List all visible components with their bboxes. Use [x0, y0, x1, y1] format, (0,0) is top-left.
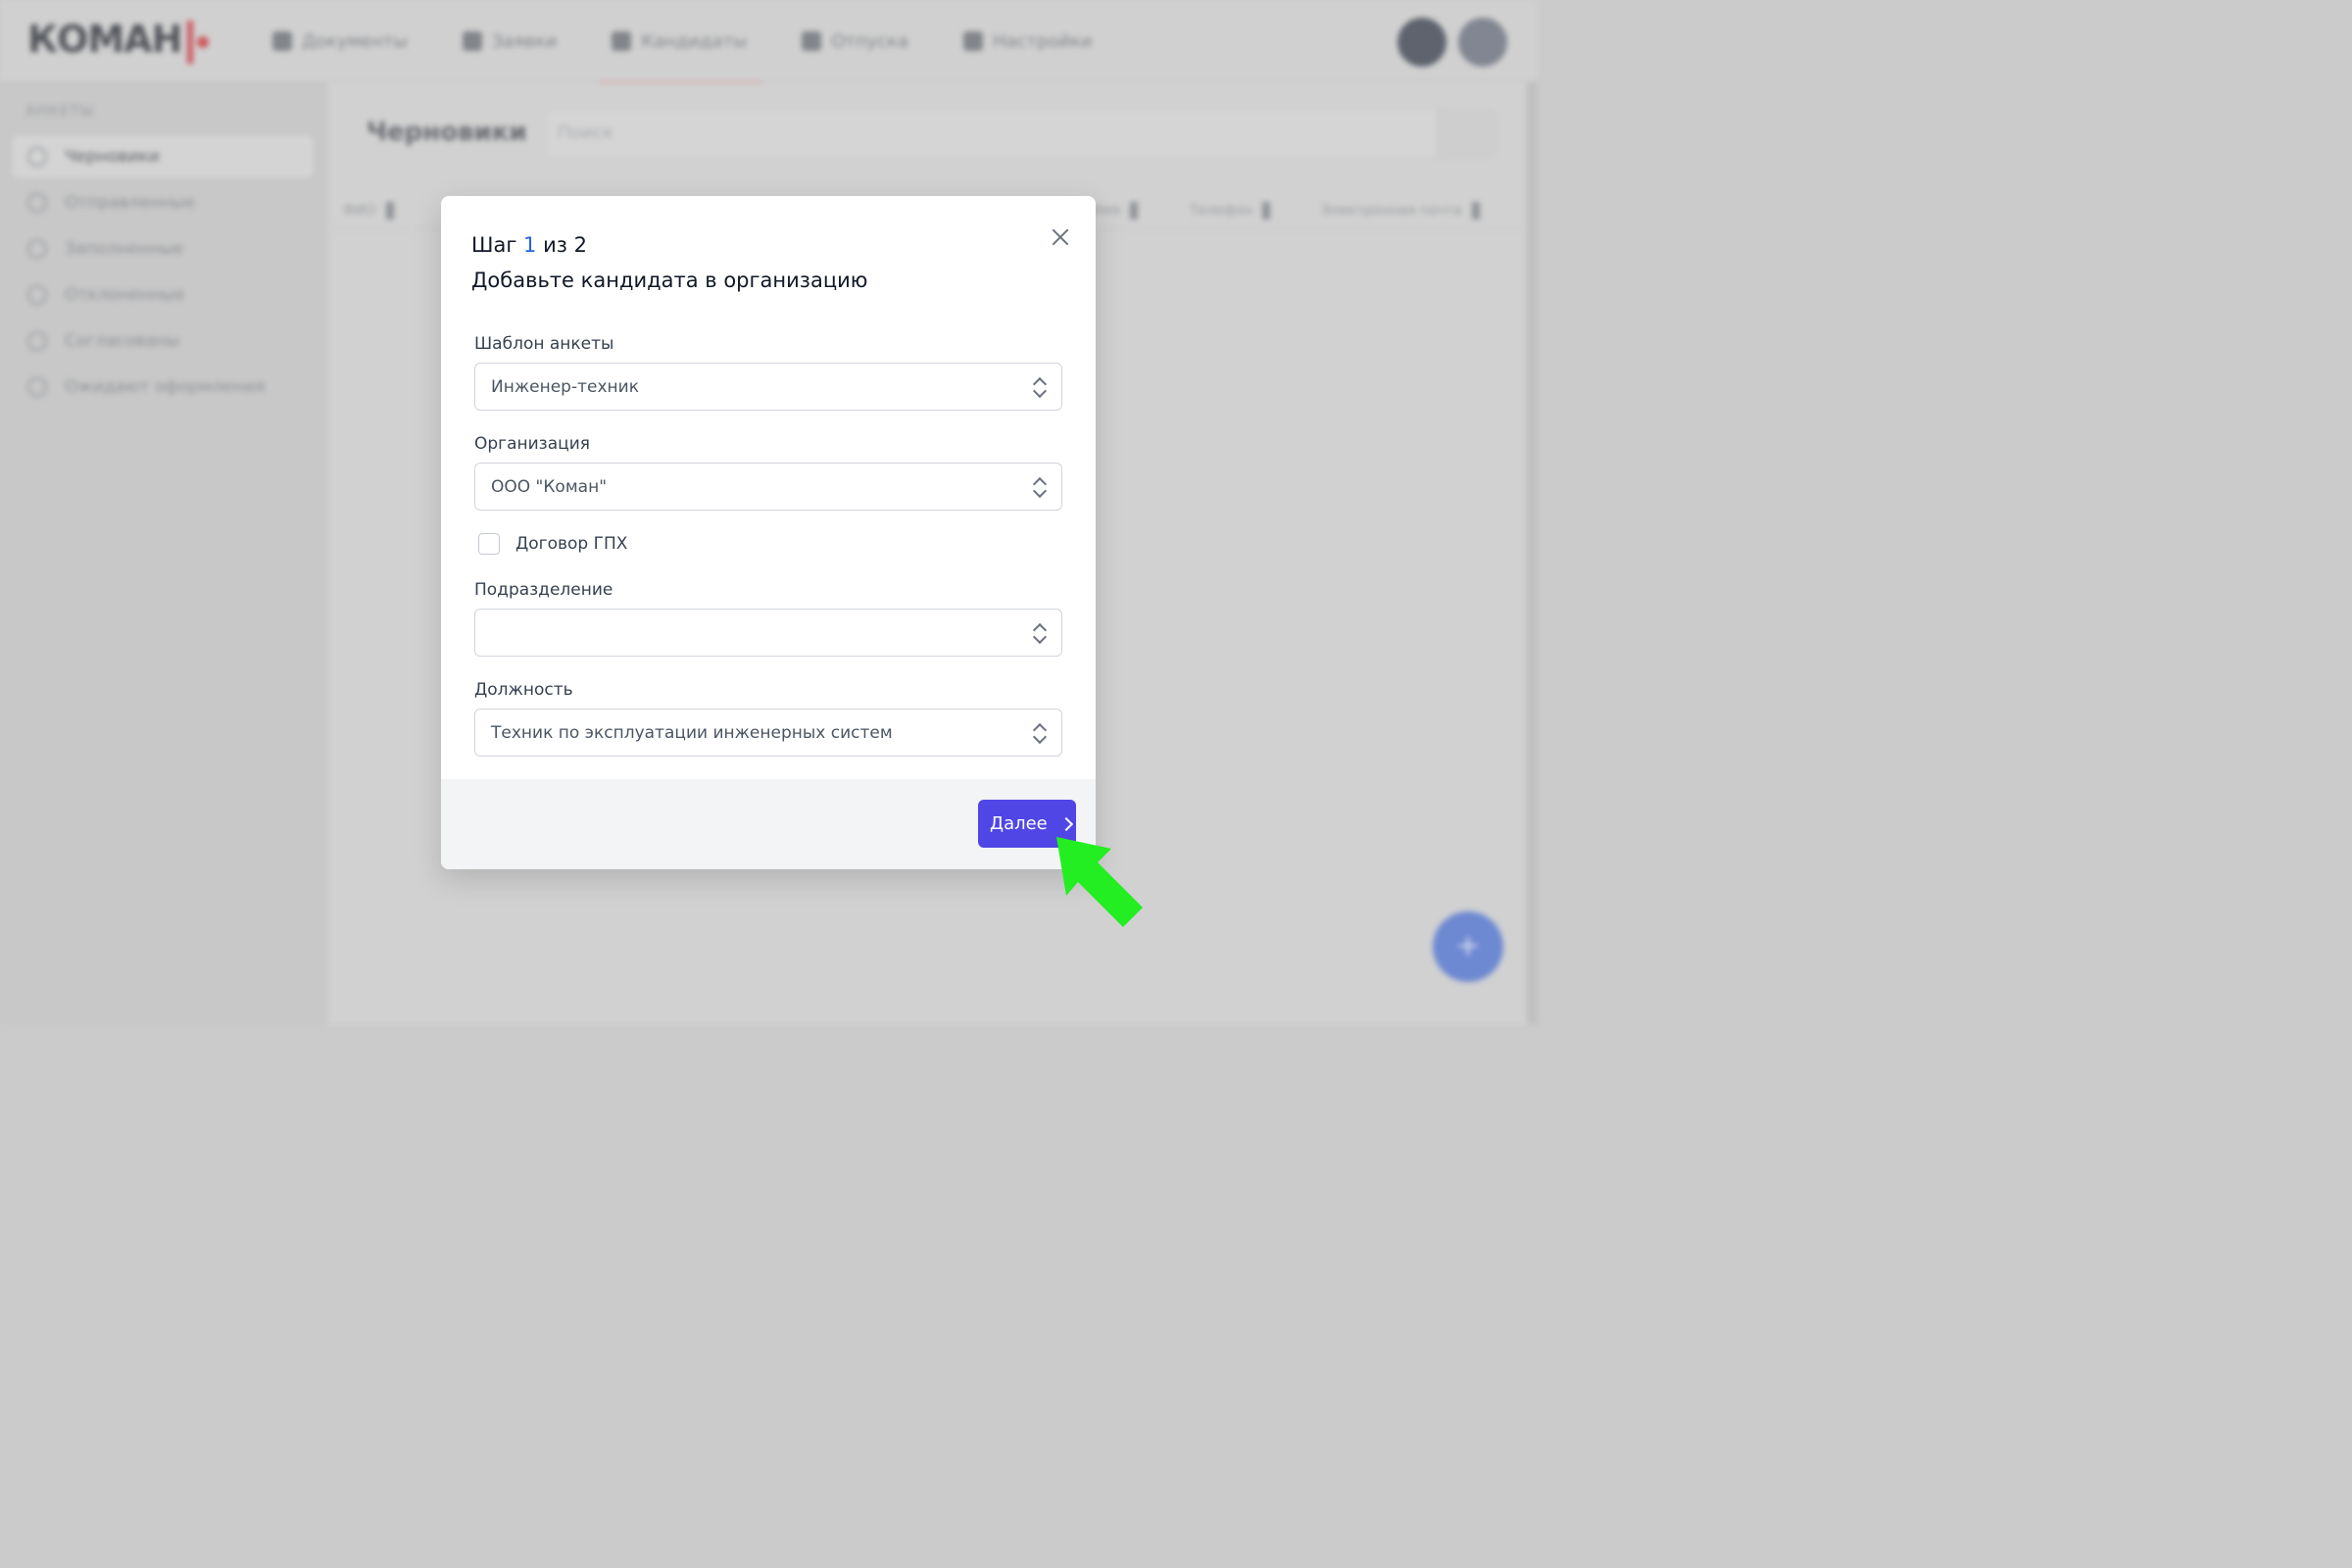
gph-contract-checkbox[interactable]: [478, 533, 500, 555]
chevron-up-down-icon: [1032, 723, 1048, 743]
modal-footer: Далее: [441, 779, 1096, 869]
add-candidate-modal: Шаг 1 из 2 Добавьте кандидата в организа…: [441, 196, 1096, 869]
modal-title: Добавьте кандидата в организацию: [471, 269, 868, 292]
chevron-up-down-icon: [1032, 623, 1048, 643]
chevron-up-down-icon: [1032, 477, 1048, 497]
chevron-right-icon: [1058, 816, 1073, 831]
position-label: Должность: [474, 680, 573, 700]
close-icon[interactable]: [1049, 225, 1072, 249]
step-current: 1: [523, 233, 537, 257]
step-indicator: Шаг 1 из 2: [471, 233, 587, 257]
organization-select[interactable]: ООО "Коман": [474, 463, 1062, 511]
department-label: Подразделение: [474, 580, 613, 600]
template-select[interactable]: Инженер-техник: [474, 363, 1062, 411]
chevron-up-down-icon: [1032, 377, 1048, 397]
gph-contract-row: Договор ГПХ: [478, 533, 627, 555]
position-select[interactable]: Техник по эксплуатации инженерных систем: [474, 709, 1062, 757]
cursor-arrow-icon: [1056, 837, 1143, 927]
department-select[interactable]: [474, 609, 1062, 657]
template-label: Шаблон анкеты: [474, 334, 614, 354]
organization-label: Организация: [474, 434, 590, 454]
gph-contract-label: Договор ГПХ: [515, 534, 628, 554]
